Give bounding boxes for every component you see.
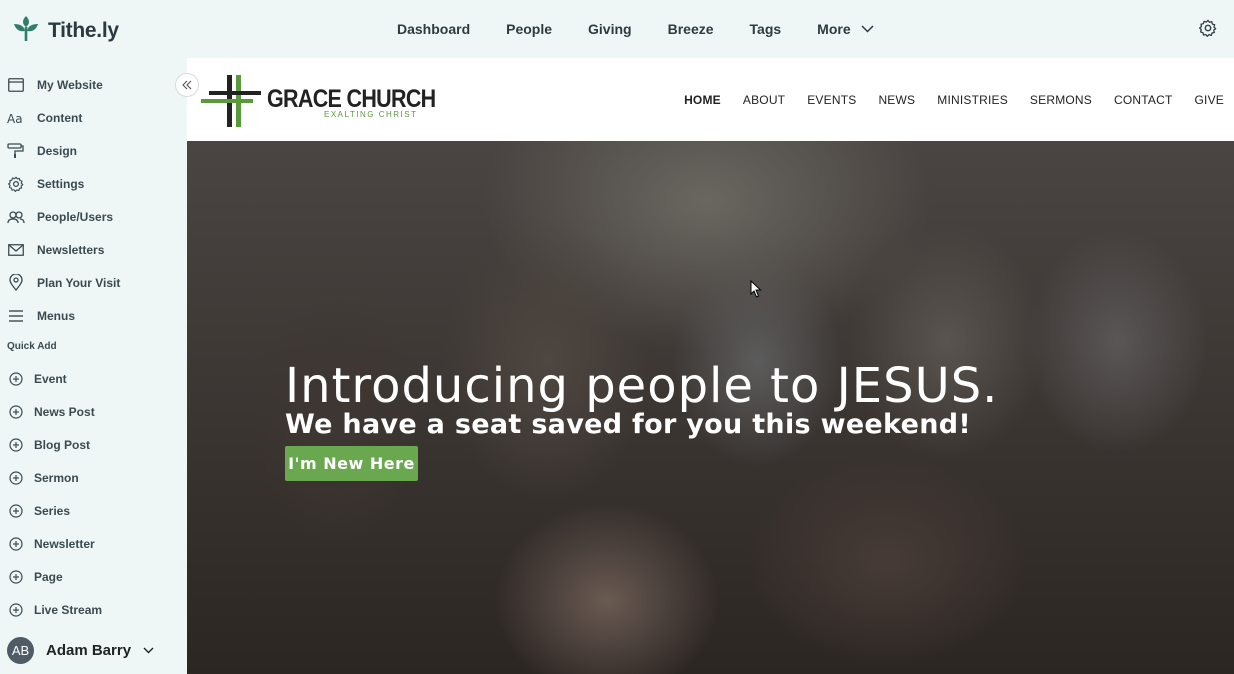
sidebar-item-label: Content xyxy=(37,110,83,125)
gear-icon xyxy=(7,175,25,193)
site-nav-contact[interactable]: CONTACT xyxy=(1114,93,1173,107)
sidebar-item-people-users[interactable]: People/Users xyxy=(0,200,187,233)
sidebar-item-label: Menus xyxy=(37,308,76,323)
nav-giving[interactable]: Giving xyxy=(588,21,632,37)
chevron-down-icon xyxy=(143,647,154,654)
location-pin-icon xyxy=(7,274,25,292)
plus-circle-icon xyxy=(7,568,25,586)
quick-add-news-post[interactable]: News Post xyxy=(0,395,187,428)
quick-add-sermon[interactable]: Sermon xyxy=(0,461,187,494)
website-preview: GRACE CHURCH EXALTING CHRIST HOME ABOUT … xyxy=(187,58,1234,674)
quick-add-page[interactable]: Page xyxy=(0,560,187,593)
quick-add-live-stream[interactable]: Live Stream xyxy=(0,593,187,626)
quick-add-label: Series xyxy=(34,503,71,518)
sidebar-item-plan-your-visit[interactable]: Plan Your Visit xyxy=(0,266,187,299)
site-nav-home[interactable]: HOME xyxy=(684,93,721,107)
sidebar-item-label: Newsletters xyxy=(37,242,105,257)
top-bar: Tithe.ly Dashboard People Giving Breeze … xyxy=(0,0,1234,58)
plus-circle-icon xyxy=(7,601,25,619)
mouse-cursor-icon xyxy=(750,279,762,303)
brand[interactable]: Tithe.ly xyxy=(12,14,119,47)
sidebar-item-label: My Website xyxy=(37,77,103,92)
nav-breeze[interactable]: Breeze xyxy=(668,21,714,37)
nav-dashboard[interactable]: Dashboard xyxy=(397,21,470,37)
nav-tags[interactable]: Tags xyxy=(750,21,782,37)
browser-window-icon xyxy=(7,76,25,94)
site-nav-sermons[interactable]: SERMONS xyxy=(1030,93,1092,107)
envelope-icon xyxy=(7,241,25,259)
quick-add-label: Event xyxy=(34,371,67,386)
sidebar-item-label: People/Users xyxy=(37,209,114,224)
hamburger-icon xyxy=(7,307,25,325)
plus-circle-icon xyxy=(7,370,25,388)
sidebar-item-menus[interactable]: Menus xyxy=(0,299,187,332)
sidebar-item-my-website[interactable]: My Website xyxy=(0,68,187,101)
avatar: AB xyxy=(7,637,34,664)
site-nav-give[interactable]: GIVE xyxy=(1195,93,1224,107)
double-chevron-left-icon xyxy=(182,80,192,90)
cross-logo-icon xyxy=(201,75,261,127)
sidebar-item-design[interactable]: Design xyxy=(0,134,187,167)
site-nav-about[interactable]: ABOUT xyxy=(743,93,785,107)
quick-add-label: Blog Post xyxy=(34,437,90,452)
top-nav: Dashboard People Giving Breeze Tags More xyxy=(397,0,910,58)
quick-add-label: Sermon xyxy=(34,470,79,485)
site-nav-news[interactable]: NEWS xyxy=(878,93,915,107)
paint-roller-icon xyxy=(7,142,25,160)
text-aa-icon: Aa xyxy=(7,109,25,127)
church-tagline: EXALTING CHRIST xyxy=(324,110,418,119)
tithely-logo-icon xyxy=(12,14,40,47)
svg-text:Aa: Aa xyxy=(7,112,23,124)
site-header: GRACE CHURCH EXALTING CHRIST HOME ABOUT … xyxy=(187,58,1234,141)
quick-add-newsletter[interactable]: Newsletter xyxy=(0,527,187,560)
sidebar-item-label: Settings xyxy=(37,176,85,191)
site-nav-ministries[interactable]: MINISTRIES xyxy=(937,93,1008,107)
chevron-down-icon xyxy=(861,25,874,33)
quick-add-blog-post[interactable]: Blog Post xyxy=(0,428,187,461)
quick-add-series[interactable]: Series xyxy=(0,494,187,527)
quick-add-label: News Post xyxy=(34,404,95,419)
sidebar-item-content[interactable]: Aa Content xyxy=(0,101,187,134)
collapse-sidebar-button[interactable] xyxy=(175,73,199,97)
quick-add-event[interactable]: Event xyxy=(0,362,187,395)
user-menu[interactable]: AB Adam Barry xyxy=(7,637,154,664)
sidebar-item-newsletters[interactable]: Newsletters xyxy=(0,233,187,266)
hero-title: Introducing people to JESUS. xyxy=(285,358,999,414)
plus-circle-icon xyxy=(7,469,25,487)
nav-more-label: More xyxy=(817,21,851,37)
nav-people[interactable]: People xyxy=(506,21,552,37)
quick-add-heading: Quick Add xyxy=(7,341,57,352)
sidebar: My Website Aa Content Design Settings Pe… xyxy=(0,58,187,674)
plus-circle-icon xyxy=(7,502,25,520)
im-new-here-button[interactable]: I'm New Here xyxy=(285,446,418,481)
nav-more[interactable]: More xyxy=(817,21,874,37)
church-logo[interactable] xyxy=(201,73,263,129)
sidebar-item-label: Design xyxy=(37,143,78,158)
gear-icon[interactable] xyxy=(1199,19,1217,42)
plus-circle-icon xyxy=(7,403,25,421)
hero-section: Introducing people to JESUS. We have a s… xyxy=(187,141,1234,674)
hero-subtitle: We have a seat saved for you this weeken… xyxy=(285,409,971,440)
plus-circle-icon xyxy=(7,535,25,553)
site-nav-events[interactable]: EVENTS xyxy=(807,93,856,107)
sidebar-item-label: Plan Your Visit xyxy=(37,275,121,290)
quick-add-label: Live Stream xyxy=(34,602,103,617)
user-name: Adam Barry xyxy=(46,642,132,659)
plus-circle-icon xyxy=(7,436,25,454)
quick-add-label: Page xyxy=(34,569,63,584)
quick-add-label: Newsletter xyxy=(34,536,95,551)
brand-name: Tithe.ly xyxy=(48,18,119,42)
sidebar-item-settings[interactable]: Settings xyxy=(0,167,187,200)
users-icon xyxy=(7,208,25,226)
site-nav: HOME ABOUT EVENTS NEWS MINISTRIES SERMON… xyxy=(684,93,1224,107)
